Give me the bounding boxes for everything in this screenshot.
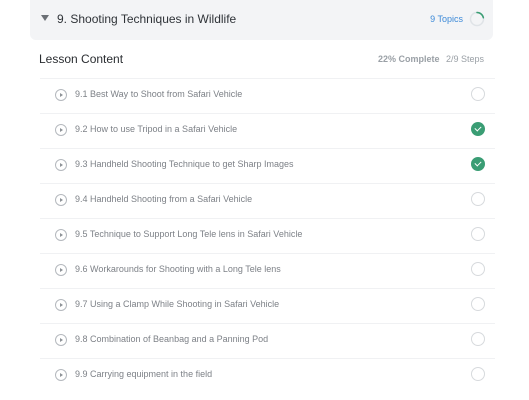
lesson-item[interactable]: 9.9 Carrying equipment in the field <box>40 358 495 394</box>
lesson-title[interactable]: 9.5 Technique to Support Long Tele lens … <box>75 229 302 239</box>
section-header[interactable]: 9. Shooting Techniques in Wildlife 9 Top… <box>30 0 493 40</box>
percent-complete: 22% Complete <box>378 54 440 64</box>
completion-circle-icon <box>471 297 485 311</box>
lesson-title[interactable]: 9.4 Handheld Shooting from a Safari Vehi… <box>75 194 252 204</box>
play-icon <box>55 89 67 101</box>
collapse-caret-icon[interactable] <box>41 15 49 21</box>
lesson-title[interactable]: 9.8 Combination of Beanbag and a Panning… <box>75 334 268 344</box>
completion-check-icon <box>471 122 485 136</box>
lesson-item[interactable]: 9.4 Handheld Shooting from a Safari Vehi… <box>40 183 495 219</box>
play-icon <box>55 369 67 381</box>
course-page: 9. Shooting Techniques in Wildlife 9 Top… <box>0 0 529 400</box>
lesson-title[interactable]: 9.2 How to use Tripod in a Safari Vehicl… <box>75 124 237 134</box>
lesson-item[interactable]: 9.8 Combination of Beanbag and a Panning… <box>40 323 495 359</box>
lesson-title[interactable]: 9.3 Handheld Shooting Technique to get S… <box>75 159 294 169</box>
completion-circle-icon <box>471 332 485 346</box>
lesson-item[interactable]: 9.1 Best Way to Shoot from Safari Vehicl… <box>40 78 495 114</box>
completion-circle-icon <box>471 227 485 241</box>
completion-circle-icon <box>471 192 485 206</box>
lesson-title[interactable]: 9.7 Using a Clamp While Shooting in Safa… <box>75 299 279 309</box>
lesson-title[interactable]: 9.9 Carrying equipment in the field <box>75 369 212 379</box>
completion-circle-icon <box>471 262 485 276</box>
section-title[interactable]: 9. Shooting Techniques in Wildlife <box>57 12 236 26</box>
play-icon <box>55 334 67 346</box>
play-icon <box>55 299 67 311</box>
completion-circle-icon <box>471 367 485 381</box>
play-icon <box>55 124 67 136</box>
play-icon <box>55 264 67 276</box>
lesson-item[interactable]: 9.5 Technique to Support Long Tele lens … <box>40 218 495 254</box>
topics-count: 9 Topics <box>430 14 463 24</box>
lesson-title[interactable]: 9.6 Workarounds for Shooting with a Long… <box>75 264 281 274</box>
lesson-item[interactable]: 9.7 Using a Clamp While Shooting in Safa… <box>40 288 495 324</box>
play-icon <box>55 229 67 241</box>
lesson-item[interactable]: 9.2 How to use Tripod in a Safari Vehicl… <box>40 113 495 149</box>
steps-count: 2/9 Steps <box>445 54 484 64</box>
play-icon <box>55 194 67 206</box>
completion-check-icon <box>471 157 485 171</box>
lesson-title[interactable]: 9.1 Best Way to Shoot from Safari Vehicl… <box>75 89 242 99</box>
lesson-item[interactable]: 9.3 Handheld Shooting Technique to get S… <box>40 148 495 184</box>
lesson-item[interactable]: 9.6 Workarounds for Shooting with a Long… <box>40 253 495 289</box>
completion-circle-icon <box>471 87 485 101</box>
play-icon <box>55 159 67 171</box>
section-progress-icon <box>469 11 485 27</box>
lesson-content-title: Lesson Content <box>39 52 124 66</box>
